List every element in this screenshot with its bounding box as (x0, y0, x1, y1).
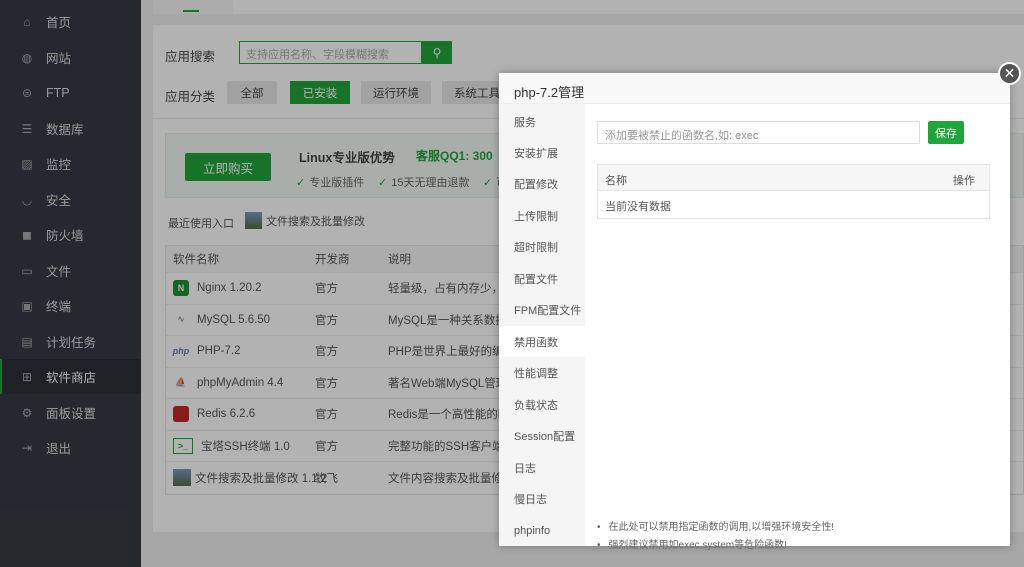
empty-row: 当前没有数据 (605, 201, 671, 213)
php-manage-modal: php-7.2管理 服务 安装扩展 配置修改 上传限制 超时限制 配置文件 FP… (499, 73, 1010, 551)
note: 在此处可以禁用指定函数的调用,以增强环境安全性! (597, 518, 835, 536)
close-button[interactable]: ✕ (998, 62, 1021, 85)
modal-nav-performance[interactable]: 性能调整 (499, 357, 585, 388)
modal-title: php-7.2管理 (499, 73, 1010, 104)
modal-nav-session[interactable]: Session配置 (499, 420, 585, 451)
modal-nav: 服务 安装扩展 配置修改 上传限制 超时限制 配置文件 FPM配置文件 禁用函数… (499, 104, 585, 546)
modal-nav-timeout-limit[interactable]: 超时限制 (499, 231, 585, 262)
modal-body: 添加要被禁止的函数名,如: exec 保存 名称 操作 当前没有数据 在此处可以禁… (585, 104, 1010, 551)
function-name-input[interactable]: 添加要被禁止的函数名,如: exec (597, 121, 920, 144)
modal-nav-upload-limit[interactable]: 上传限制 (499, 200, 585, 231)
save-button[interactable]: 保存 (928, 121, 964, 144)
table-header: 名称 操作 (598, 165, 989, 191)
modal-nav-config-edit[interactable]: 配置修改 (499, 168, 585, 199)
modal-nav-log[interactable]: 日志 (499, 452, 585, 483)
col-action: 操作 (953, 175, 975, 187)
modal-nav-load-status[interactable]: 负载状态 (499, 389, 585, 420)
modal-nav-slow-log[interactable]: 慢日志 (499, 483, 585, 514)
modal-nav-phpinfo[interactable]: phpinfo (499, 515, 585, 546)
modal-nav-disabled-functions[interactable]: 禁用函数 (499, 326, 585, 357)
modal-nav-extensions[interactable]: 安装扩展 (499, 137, 585, 168)
help-notes: 在此处可以禁用指定函数的调用,以增强环境安全性! 强烈建议禁用如exec,sys… (597, 518, 835, 554)
modal-nav-fpm-config[interactable]: FPM配置文件 (499, 294, 585, 325)
close-icon: ✕ (1003, 65, 1016, 81)
col-name: 名称 (605, 175, 627, 187)
modal-nav-config-file[interactable]: 配置文件 (499, 263, 585, 294)
note: 强烈建议禁用如exec,system等危险函数! (597, 536, 834, 554)
disabled-functions-table: 名称 操作 当前没有数据 (597, 164, 990, 219)
modal-nav-service[interactable]: 服务 (499, 106, 585, 137)
